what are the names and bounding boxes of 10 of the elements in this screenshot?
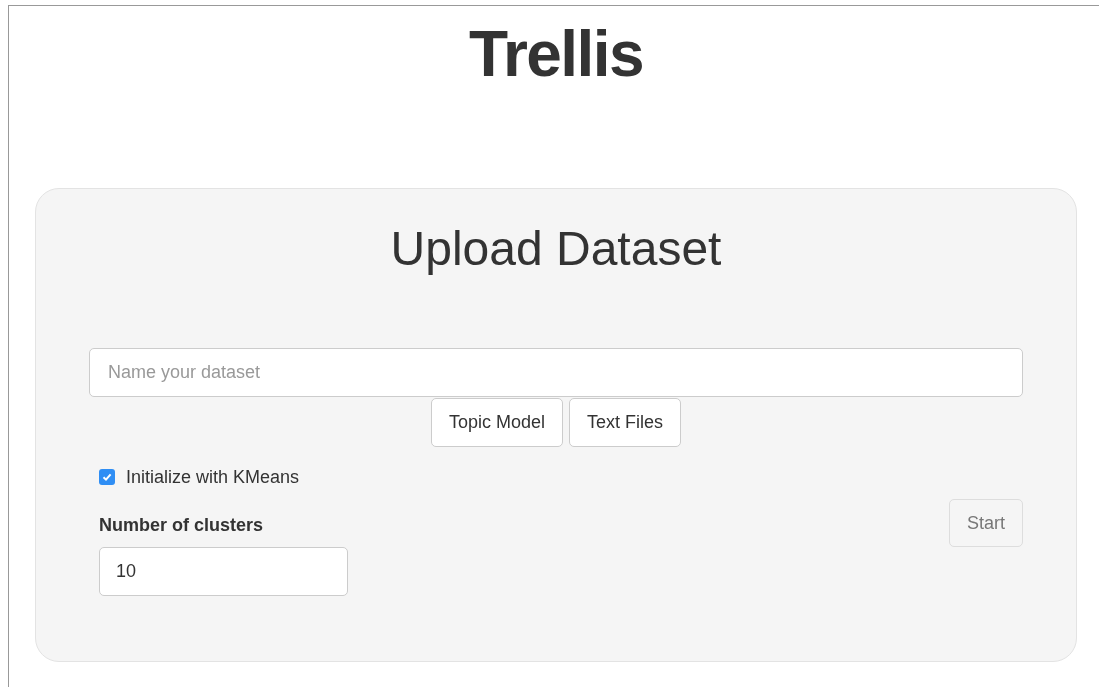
page-title: Trellis <box>468 18 644 90</box>
clusters-label: Number of clusters <box>99 514 265 537</box>
kmeans-checkbox[interactable] <box>99 469 115 485</box>
checkmark-icon <box>101 471 113 483</box>
panel-heading: Upload Dataset <box>389 221 723 277</box>
dataset-name-field[interactable]: Name your dataset <box>89 348 1023 397</box>
upload-button[interactable]: Topic Model <box>430 398 563 447</box>
clusters-field[interactable]: 10 <box>99 547 348 596</box>
kmeans-label: Initialize with KMeans <box>126 466 300 489</box>
upload-button[interactable]: Text Files <box>569 398 682 447</box>
